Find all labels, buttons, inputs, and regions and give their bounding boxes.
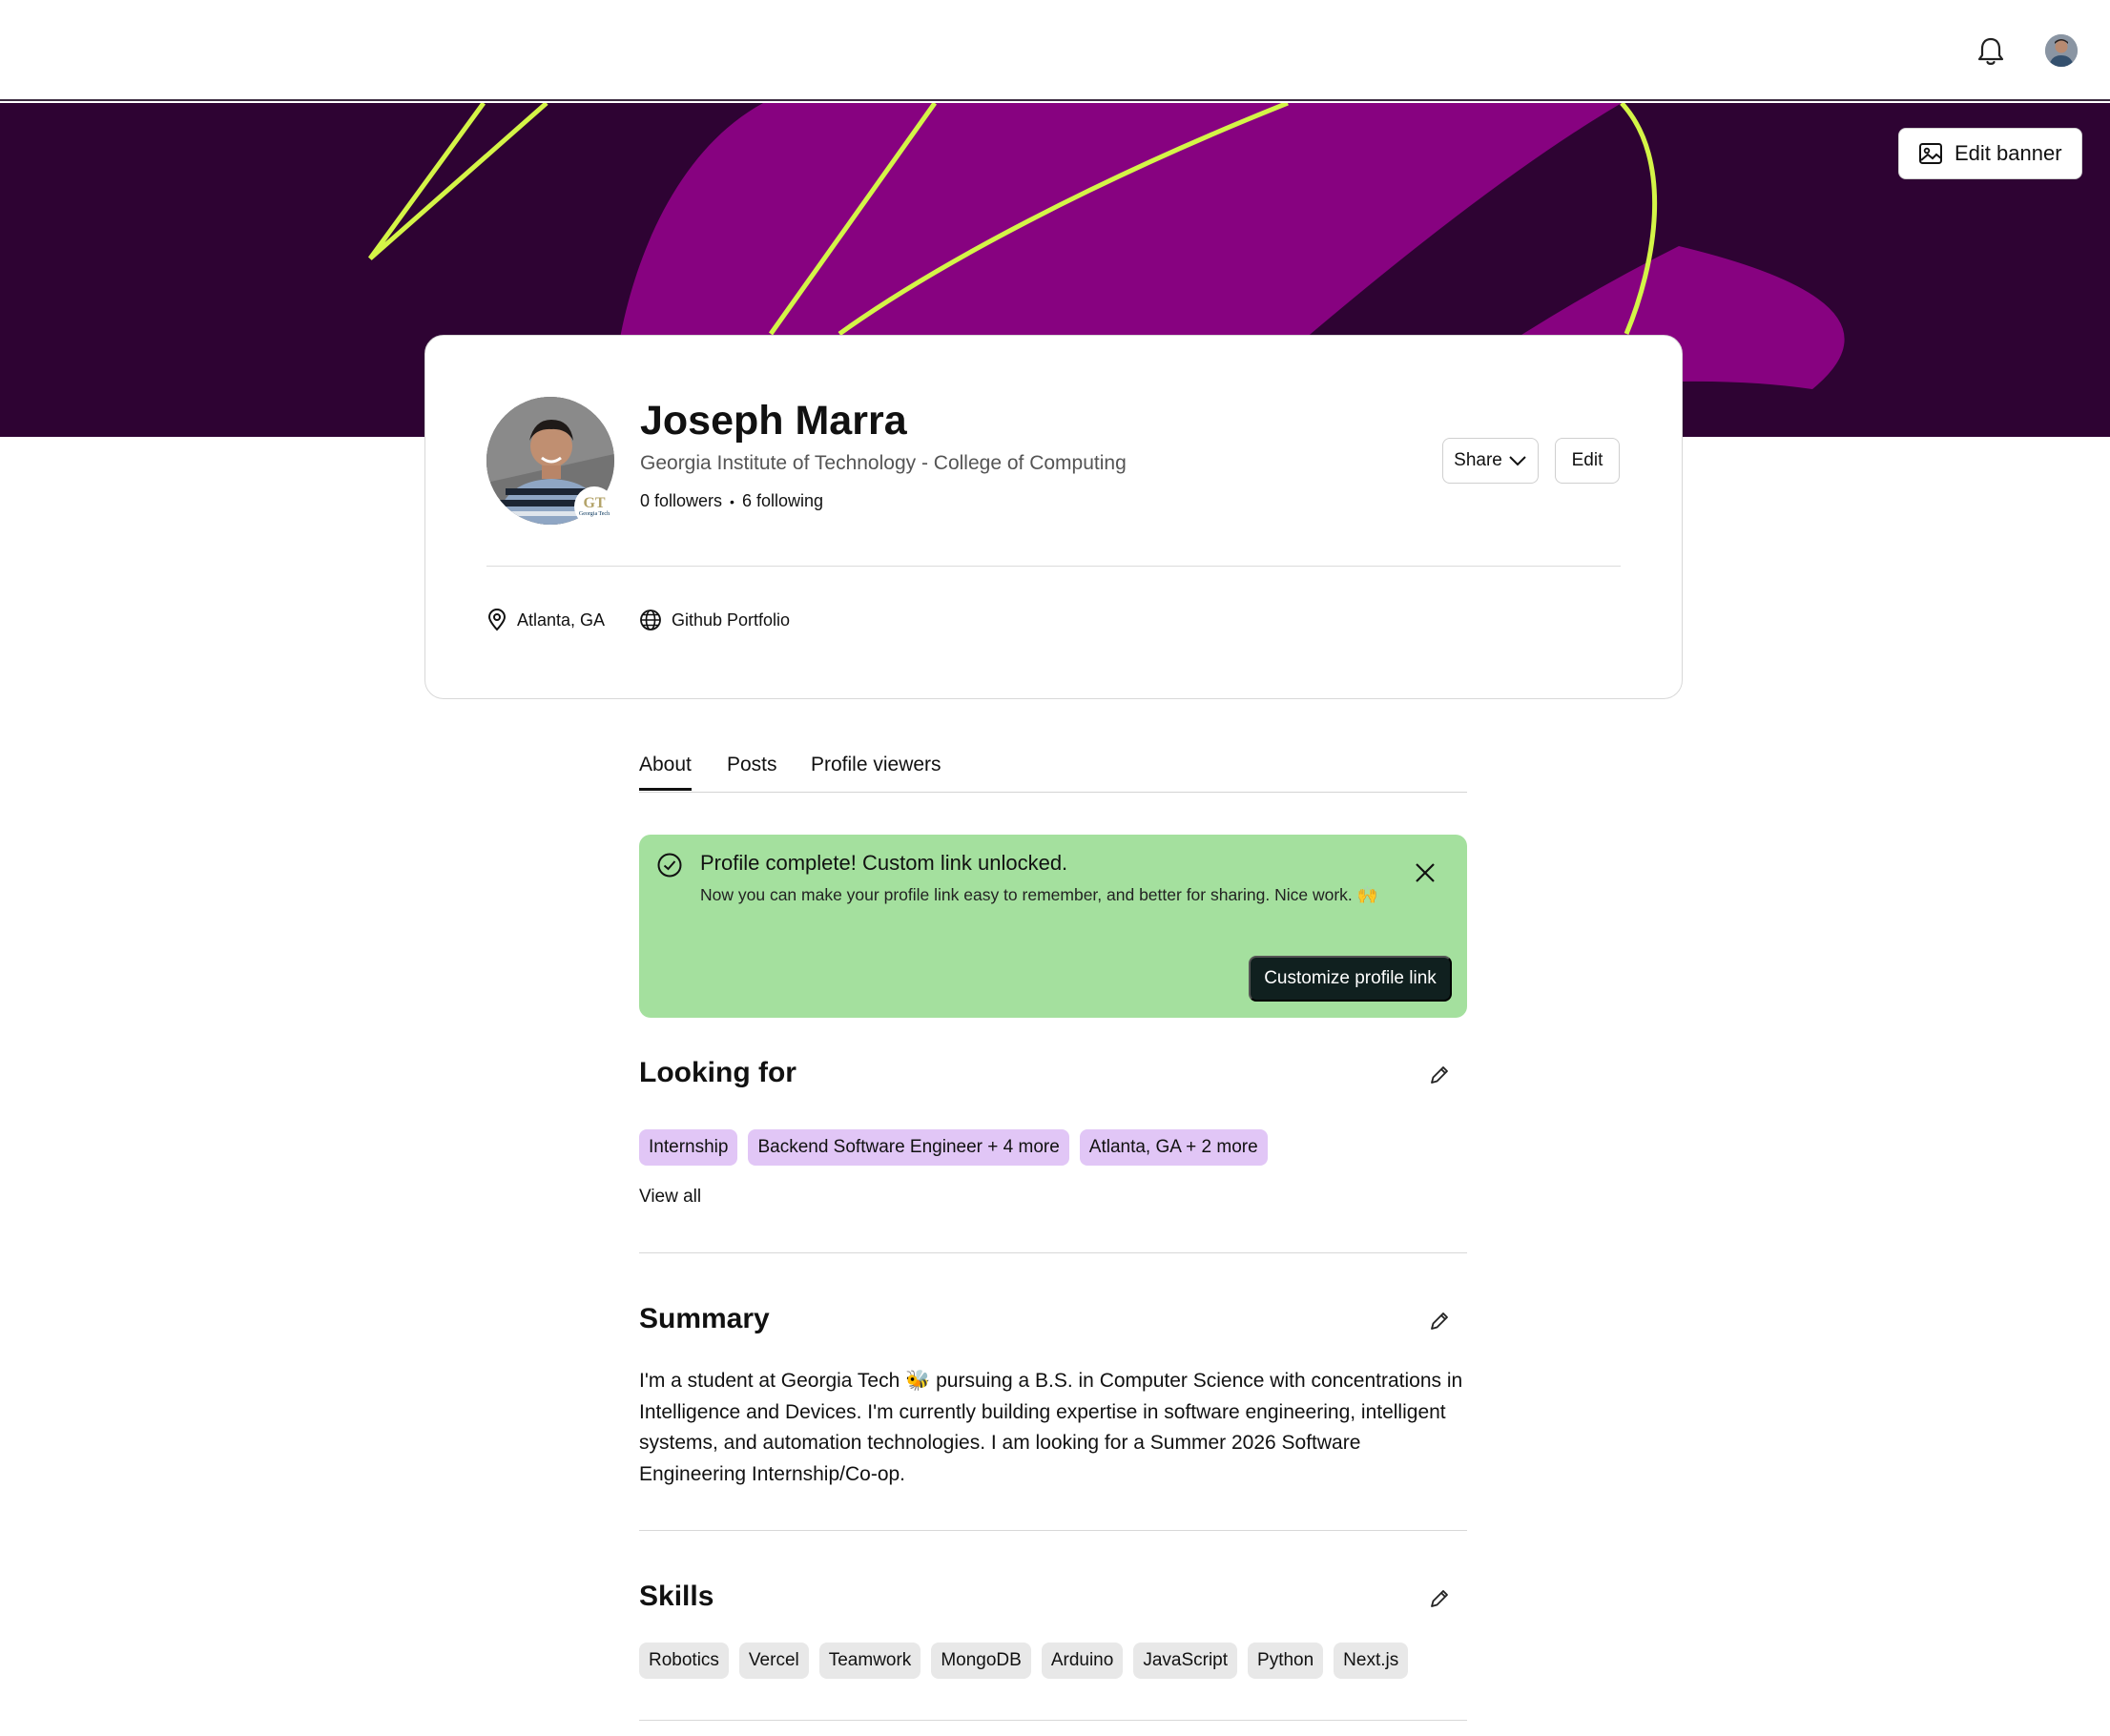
location: Atlanta, GA	[486, 609, 605, 631]
profile-name: Joseph Marra	[640, 398, 907, 444]
pencil-icon[interactable]	[1427, 1063, 1452, 1087]
customize-profile-link-button[interactable]: Customize profile link	[1249, 956, 1452, 1002]
skills-chips: Robotics Vercel Teamwork MongoDB Arduino…	[639, 1643, 1409, 1679]
alert-body: Now you can make your profile link easy …	[700, 885, 1378, 904]
edit-banner-label: Edit banner	[1955, 141, 2062, 165]
edit-banner-button[interactable]: Edit banner	[1898, 128, 2082, 179]
profile-card: GT Georgia Tech Joseph Marra Georgia Ins…	[424, 335, 1683, 699]
school-logo: GT Georgia Tech	[574, 486, 614, 527]
summary-text: I'm a student at Georgia Tech 🐝 pursuing…	[639, 1370, 1463, 1485]
skills-title: Skills	[639, 1581, 714, 1612]
pencil-icon[interactable]	[1427, 1586, 1452, 1611]
website-label[interactable]: Github Portfolio	[672, 610, 790, 630]
following-count[interactable]: 6 following	[742, 491, 823, 511]
looking-for-title: Looking for	[639, 1057, 796, 1088]
tab-about[interactable]: About	[639, 754, 692, 791]
alert-title: Profile complete! Custom link unlocked.	[700, 851, 1068, 875]
edit-profile-button[interactable]: Edit	[1555, 438, 1620, 484]
skill-chip: Next.js	[1334, 1643, 1409, 1679]
tab-profile-viewers[interactable]: Profile viewers	[811, 754, 941, 776]
skill-chip: MongoDB	[931, 1643, 1031, 1679]
tab-posts[interactable]: Posts	[727, 754, 777, 776]
school-logo-mark: GT	[583, 494, 606, 511]
looking-for-chips: Internship Backend Software Engineer + 4…	[639, 1129, 1268, 1166]
bell-icon[interactable]	[1976, 34, 2006, 69]
section-divider	[639, 1252, 1467, 1253]
skill-chip: Vercel	[738, 1643, 809, 1679]
chevron-down-icon	[1509, 456, 1526, 466]
section-divider	[639, 1530, 1467, 1531]
looking-for-chip[interactable]: Atlanta, GA + 2 more	[1079, 1129, 1268, 1166]
globe-icon	[640, 610, 661, 630]
close-icon[interactable]	[1414, 861, 1437, 884]
skill-chip: Robotics	[639, 1643, 729, 1679]
skill-chip: Python	[1248, 1643, 1324, 1679]
share-label: Share	[1454, 450, 1502, 470]
looking-for-chip[interactable]: Internship	[639, 1129, 738, 1166]
top-bar	[0, 0, 2110, 101]
location-label: Atlanta, GA	[517, 610, 606, 630]
school-logo-caption: Georgia Tech	[578, 510, 610, 517]
section-divider	[639, 1720, 1467, 1721]
map-pin-icon	[487, 609, 507, 631]
summary-title: Summary	[639, 1303, 770, 1334]
image-icon	[1919, 143, 1942, 164]
followers-count[interactable]: 0 followers	[640, 491, 722, 511]
looking-for-chip[interactable]: Backend Software Engineer + 4 more	[748, 1129, 1069, 1166]
profile-tabs: About Posts Profile viewers	[639, 740, 1467, 793]
card-divider	[486, 566, 1621, 567]
view-all-link[interactable]: View all	[639, 1187, 701, 1208]
profile-school[interactable]: Georgia Institute of Technology - Colleg…	[640, 452, 1127, 475]
check-circle-icon	[657, 853, 682, 878]
pencil-icon[interactable]	[1427, 1309, 1452, 1333]
follow-separator: •	[730, 493, 734, 509]
skill-chip: Teamwork	[818, 1643, 921, 1679]
skill-chip: JavaScript	[1133, 1643, 1238, 1679]
user-avatar[interactable]	[2045, 34, 2078, 67]
website-link[interactable]: Github Portfolio	[639, 609, 790, 631]
share-button[interactable]: Share	[1442, 438, 1539, 484]
skill-chip: Arduino	[1041, 1643, 1124, 1679]
profile-complete-alert: Profile complete! Custom link unlocked. …	[639, 835, 1467, 1018]
follow-counts: 0 followers • 6 following	[640, 491, 823, 511]
